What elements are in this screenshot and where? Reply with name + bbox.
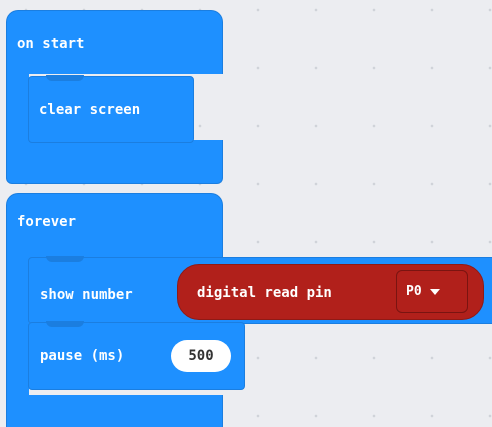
- show-number-notch: [46, 256, 84, 262]
- on-start-footer: [6, 140, 223, 184]
- pin-dropdown[interactable]: P0: [396, 270, 468, 313]
- show-number-label: show number: [40, 287, 133, 303]
- digital-read-pin-label: digital read pin: [197, 285, 332, 301]
- pause-notch: [46, 321, 84, 327]
- clear-screen-label: clear screen: [39, 102, 141, 118]
- forever-footer: [6, 395, 223, 427]
- chevron-down-icon: [429, 288, 440, 295]
- on-start-spine: [6, 72, 29, 148]
- pause-label: pause (ms): [40, 348, 125, 364]
- forever-label: forever: [17, 214, 77, 230]
- clear-screen-notch: [46, 75, 84, 81]
- workspace-canvas[interactable]: on start clear screen forever show numbe…: [0, 0, 492, 427]
- pin-dropdown-value: P0: [406, 284, 422, 299]
- on-start-label: on start: [17, 36, 85, 52]
- pause-value-input[interactable]: 500: [171, 340, 231, 372]
